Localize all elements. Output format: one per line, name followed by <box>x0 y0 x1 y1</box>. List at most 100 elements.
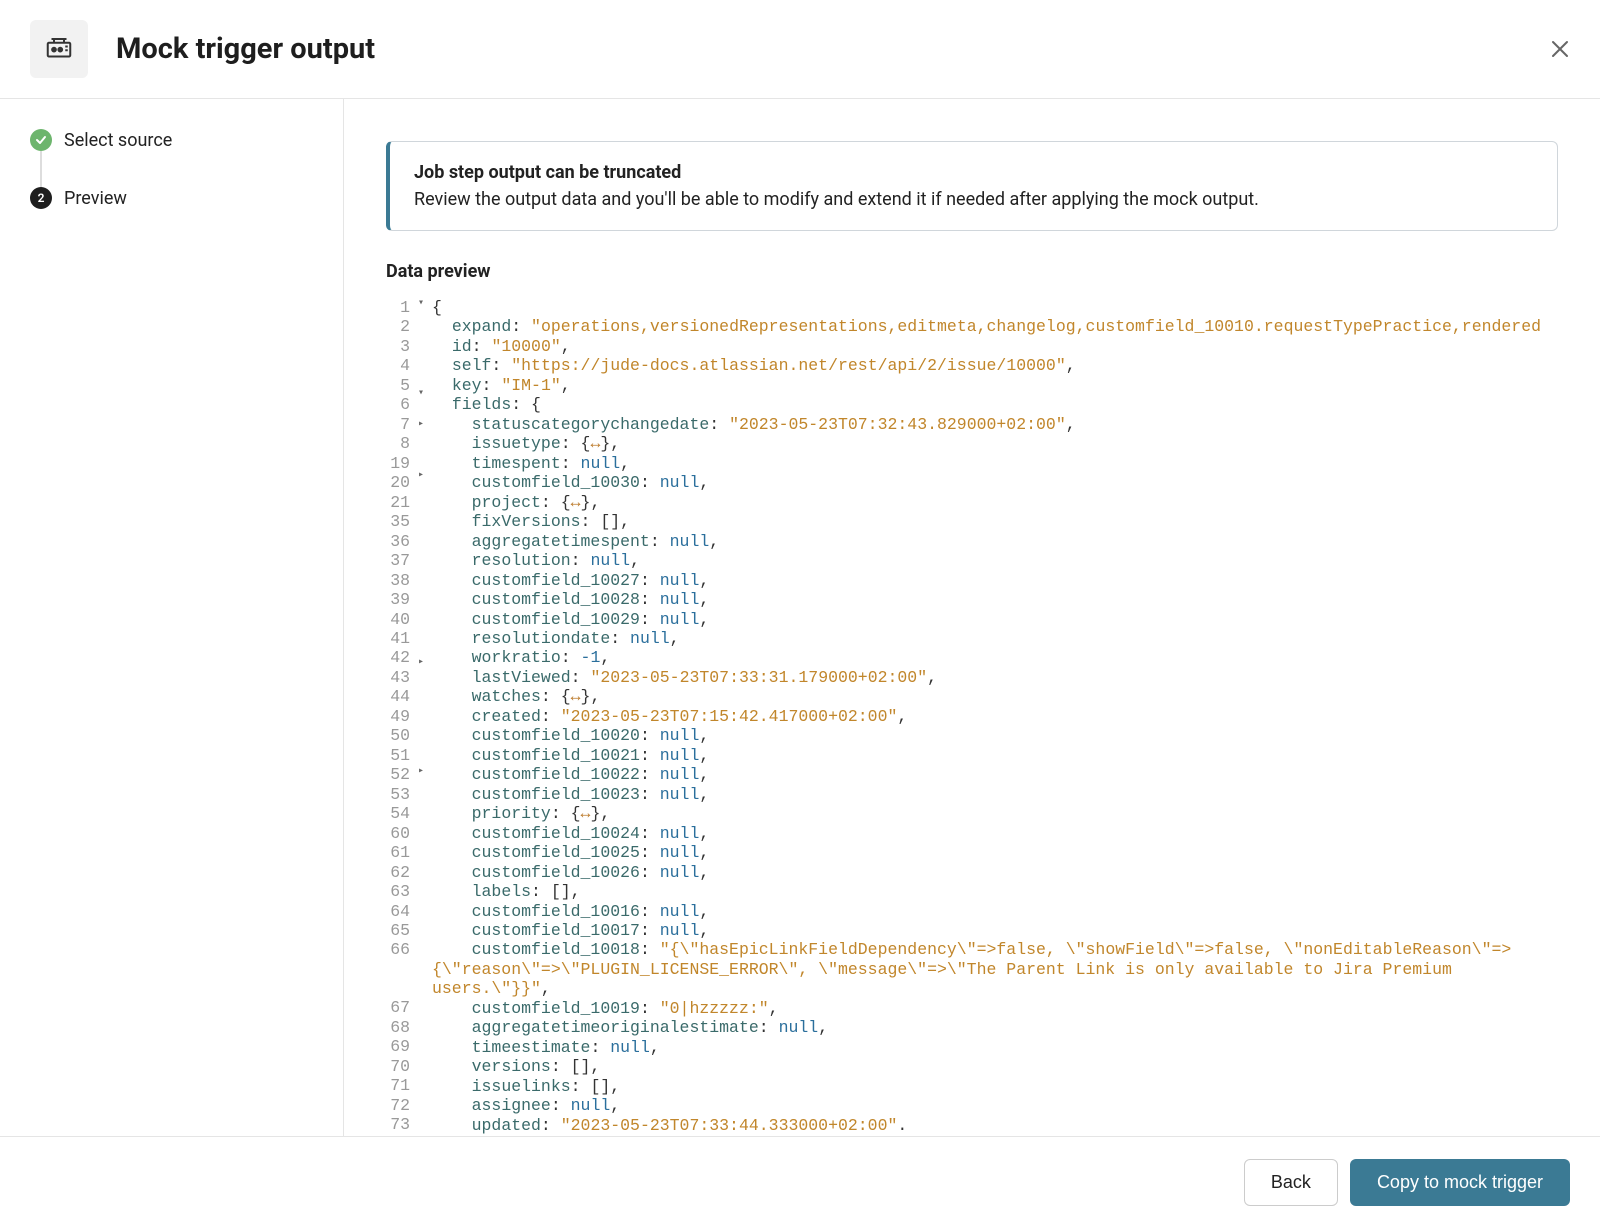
step-label: Select source <box>64 130 172 151</box>
line-number: 63 <box>386 882 410 901</box>
fold-gutter-empty <box>418 727 432 746</box>
fold-gutter-empty <box>418 1050 432 1069</box>
line-number: 7 <box>386 415 410 434</box>
line-number: 65 <box>386 921 410 940</box>
fold-gutter-empty <box>418 559 432 578</box>
code-line: aggregatetimeoriginalestimate: null, <box>432 1018 1558 1037</box>
code-line: issuetype: {↔}, <box>432 434 1558 453</box>
fold-toggle-closed[interactable]: ▸ <box>418 419 432 431</box>
back-button[interactable]: Back <box>1244 1159 1338 1206</box>
code-line: customfield_10017: null, <box>432 921 1558 940</box>
code-line: customfield_10024: null, <box>432 824 1558 843</box>
close-icon <box>1551 40 1569 58</box>
fold-gutter-empty <box>418 349 432 368</box>
line-number: 69 <box>386 1037 410 1056</box>
info-title: Job step output can be truncated <box>414 162 1533 183</box>
close-button[interactable] <box>1548 37 1572 61</box>
fold-gutter-empty <box>418 431 432 450</box>
code-line: customfield_10028: null, <box>432 590 1558 609</box>
fold-gutter-empty <box>418 688 432 707</box>
fold-gutter-empty <box>418 637 432 656</box>
code-line: timespent: null, <box>432 454 1558 473</box>
code-line: customfield_10016: null, <box>432 902 1558 921</box>
fold-toggle-open[interactable]: ▾ <box>418 388 432 400</box>
line-number: 40 <box>386 610 410 629</box>
line-number: 50 <box>386 726 410 745</box>
code-line: customfield_10021: null, <box>432 746 1558 765</box>
code-line: customfield_10030: null, <box>432 473 1558 492</box>
modal-header: Mock trigger output <box>0 0 1600 99</box>
modal-title: Mock trigger output <box>116 32 375 66</box>
code-line: resolutiondate: null, <box>432 629 1558 648</box>
line-number: 41 <box>386 629 410 648</box>
line-number: 43 <box>386 668 410 687</box>
copy-to-mock-trigger-button[interactable]: Copy to mock trigger <box>1350 1159 1570 1206</box>
code-line: id: "10000", <box>432 337 1558 356</box>
fold-gutter-empty <box>418 329 432 348</box>
fold-gutter-empty <box>418 540 432 559</box>
code-line: updated: "2023-05-23T07:33:44.333000+02:… <box>432 1116 1558 1135</box>
code-line: labels: [], <box>432 882 1558 901</box>
code-line: watches: {↔}, <box>432 687 1558 706</box>
main-panel: Job step output can be truncated Review … <box>344 99 1600 1136</box>
line-number: 73 <box>386 1115 410 1134</box>
line-number: 6 <box>386 395 410 414</box>
line-number: 49 <box>386 707 410 726</box>
line-number: 35 <box>386 512 410 531</box>
line-number: 3 <box>386 337 410 356</box>
code-line: aggregatetimespent: null, <box>432 532 1558 551</box>
fold-gutter-empty <box>418 618 432 637</box>
step-preview[interactable]: 2 Preview <box>30 187 343 209</box>
data-preview-heading: Data preview <box>386 261 1558 282</box>
fold-gutter-empty <box>418 598 432 617</box>
code-line: fields: { <box>432 395 1558 414</box>
code-line: customfield_10019: "0|hzzzzz:", <box>432 999 1558 1018</box>
code-line: customfield_10022: null, <box>432 765 1558 784</box>
line-number: 51 <box>386 746 410 765</box>
fold-toggle-closed[interactable]: ▸ <box>418 657 432 669</box>
line-number: 38 <box>386 571 410 590</box>
fold-toggle-closed[interactable]: ▸ <box>418 470 432 482</box>
code-line: key: "IM-1", <box>432 376 1558 395</box>
code-viewer[interactable]: 1234567819202135363738394041424344495051… <box>386 298 1558 1135</box>
line-number: 39 <box>386 590 410 609</box>
fold-gutter-empty <box>418 1011 432 1030</box>
code-line: issuelinks: [], <box>432 1077 1558 1096</box>
line-number: 66 <box>386 940 410 998</box>
fold-gutter-empty <box>418 579 432 598</box>
code-line: customfield_10023: null, <box>432 785 1558 804</box>
fold-gutter-empty <box>418 1069 432 1088</box>
line-number: 71 <box>386 1076 410 1095</box>
fold-gutter-empty <box>418 1030 432 1049</box>
fold-gutter-empty <box>418 520 432 539</box>
fold-gutter-empty <box>418 501 432 520</box>
line-number: 42 <box>386 648 410 667</box>
code-line: priority: {↔}, <box>432 804 1558 823</box>
line-number: 5 <box>386 376 410 395</box>
code-line: created: "2023-05-23T07:15:42.417000+02:… <box>432 707 1558 726</box>
fold-gutter-empty <box>418 399 432 418</box>
fold-toggle-open[interactable]: ▾ <box>418 298 432 310</box>
code-line: assignee: null, <box>432 1096 1558 1115</box>
line-number: 53 <box>386 785 410 804</box>
fold-gutter-empty <box>418 972 432 991</box>
fold-gutter-empty <box>418 310 432 329</box>
code-line: customfield_10027: null, <box>432 571 1558 590</box>
step-connector <box>40 151 42 187</box>
fold-toggle-closed[interactable]: ▸ <box>418 766 432 778</box>
line-number: 44 <box>386 687 410 706</box>
line-number: 20 <box>386 473 410 492</box>
modal-footer: Back Copy to mock trigger <box>0 1136 1600 1228</box>
fold-gutter-empty <box>418 668 432 687</box>
line-number: 54 <box>386 804 410 823</box>
code-line: fixVersions: [], <box>432 512 1558 531</box>
step-label: Preview <box>64 188 127 209</box>
line-number: 60 <box>386 824 410 843</box>
line-number: 61 <box>386 843 410 862</box>
step-select-source[interactable]: Select source <box>30 129 343 151</box>
line-number: 64 <box>386 902 410 921</box>
line-number: 2 <box>386 317 410 336</box>
code-line: timeestimate: null, <box>432 1038 1558 1057</box>
line-number: 52 <box>386 765 410 784</box>
line-number: 68 <box>386 1018 410 1037</box>
